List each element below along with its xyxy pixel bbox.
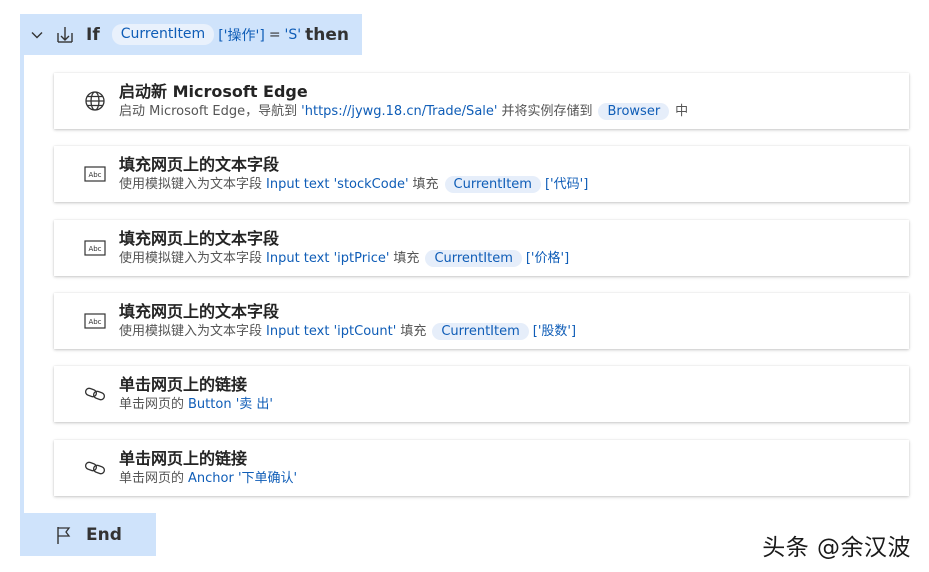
desc-text: 单击网页的 <box>119 470 185 486</box>
action-card-launch-edge[interactable]: 启动新 Microsoft Edge 启动 Microsoft Edge，导航到… <box>54 73 909 129</box>
globe-icon <box>83 89 107 113</box>
element-ref: Input text 'stockCode' <box>266 176 409 192</box>
action-card-click-confirm[interactable]: 单击网页上的链接 单击网页的 Anchor '下单确认' <box>54 440 909 496</box>
desc-text: 中 <box>675 103 689 119</box>
then-keyword: then <box>305 24 350 45</box>
if-operator: = <box>268 26 281 43</box>
link-icon <box>83 456 107 480</box>
element-ref: Button '卖 出' <box>188 396 273 412</box>
desc-text: 单击网页的 <box>119 396 185 412</box>
if-value: 'S' <box>284 26 302 43</box>
variable-index: ['代码'] <box>544 176 589 192</box>
textbox-icon: Abc <box>83 236 107 260</box>
watermark: 头条 @余汉波 <box>762 535 911 561</box>
desc-text: 使用模拟键入为文本字段 <box>119 250 263 266</box>
desc-text: 填充 <box>393 250 420 266</box>
action-card-fill-count[interactable]: Abc 填充网页上的文本字段 使用模拟键入为文本字段 Input text 'i… <box>54 293 909 349</box>
action-card-fill-price[interactable]: Abc 填充网页上的文本字段 使用模拟键入为文本字段 Input text 'i… <box>54 220 909 276</box>
if-variable-pill[interactable]: CurrentItem <box>111 24 215 45</box>
element-ref: Input text 'iptPrice' <box>266 250 390 266</box>
action-description: 单击网页的 Anchor '下单确认' <box>119 469 301 488</box>
action-title: 单击网页上的链接 <box>119 448 248 468</box>
url-value: 'https://jywg.18.cn/Trade/Sale' <box>301 103 498 119</box>
if-index: ['操作'] <box>218 27 265 44</box>
element-ref: Anchor '下单确认' <box>188 470 298 486</box>
variable-index: ['股数'] <box>532 323 577 339</box>
action-card-fill-stockcode[interactable]: Abc 填充网页上的文本字段 使用模拟键入为文本字段 Input text 's… <box>54 146 909 202</box>
action-description: 启动 Microsoft Edge，导航到 'https://jywg.18.c… <box>119 102 688 121</box>
end-label: End <box>86 524 122 545</box>
svg-text:Abc: Abc <box>88 318 101 326</box>
action-description: 使用模拟键入为文本字段 Input text 'stockCode' 填充 Cu… <box>119 175 588 194</box>
action-title: 填充网页上的文本字段 <box>119 301 280 321</box>
action-description: 单击网页的 Button '卖 出' <box>119 395 277 414</box>
textbox-icon: Abc <box>83 309 107 333</box>
desc-text: 使用模拟键入为文本字段 <box>119 176 263 192</box>
if-keyword: If <box>86 24 100 45</box>
svg-text:Abc: Abc <box>88 171 101 179</box>
svg-text:Abc: Abc <box>88 245 101 253</box>
action-description: 使用模拟键入为文本字段 Input text 'iptPrice' 填充 Cur… <box>119 249 569 268</box>
chevron-down-icon[interactable] <box>28 26 46 44</box>
desc-text: 使用模拟键入为文本字段 <box>119 323 263 339</box>
variable-pill[interactable]: CurrentItem <box>425 249 522 267</box>
variable-pill[interactable]: Browser <box>598 102 670 120</box>
if-block-header[interactable]: If CurrentItem ['操作'] = 'S' then <box>20 14 362 55</box>
action-card-click-sell[interactable]: 单击网页上的链接 单击网页的 Button '卖 出' <box>54 366 909 422</box>
link-icon <box>83 382 107 406</box>
action-title: 填充网页上的文本字段 <box>119 154 280 174</box>
action-title: 填充网页上的文本字段 <box>119 228 280 248</box>
branch-icon <box>54 24 76 46</box>
action-title: 单击网页上的链接 <box>119 374 248 394</box>
variable-pill[interactable]: CurrentItem <box>444 175 541 193</box>
variable-pill[interactable]: CurrentItem <box>432 322 529 340</box>
desc-text: 填充 <box>412 176 439 192</box>
desc-text: 填充 <box>400 323 427 339</box>
action-title: 启动新 Microsoft Edge <box>119 81 308 101</box>
action-description: 使用模拟键入为文本字段 Input text 'iptCount' 填充 Cur… <box>119 322 576 341</box>
variable-index: ['价格'] <box>525 250 570 266</box>
if-block-rail <box>20 14 24 556</box>
flag-icon <box>54 525 74 545</box>
element-ref: Input text 'iptCount' <box>266 323 397 339</box>
desc-text: 并将实例存储到 <box>501 103 593 119</box>
desc-text: 启动 Microsoft Edge，导航到 <box>119 103 298 119</box>
textbox-icon: Abc <box>83 162 107 186</box>
end-block[interactable]: End <box>20 513 156 556</box>
